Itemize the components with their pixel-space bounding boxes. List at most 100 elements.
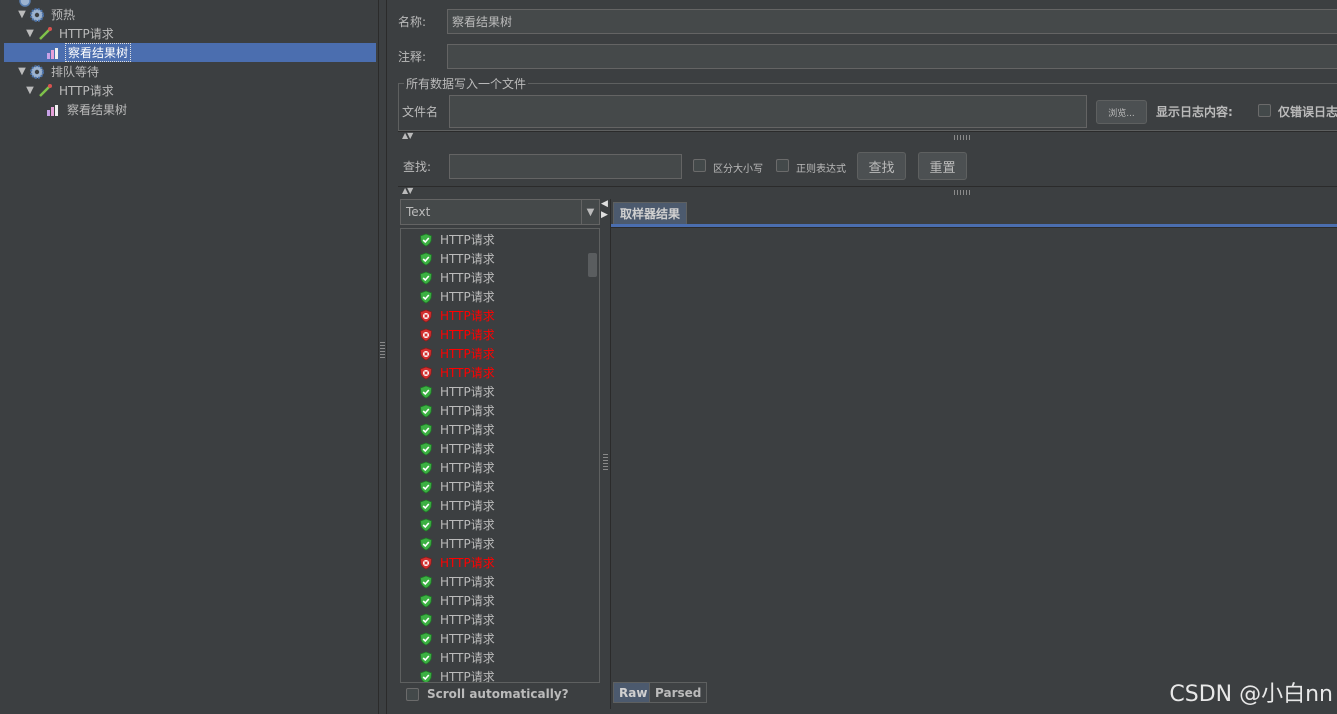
sample-label: HTTP请求 bbox=[440, 537, 495, 551]
sample-label: HTTP请求 bbox=[440, 594, 495, 608]
results-list-panel: Text ▼ HTTP请求 HTTP请求 HTTP请求 HTTP请求 HTTP请求 HTT… bbox=[400, 199, 600, 683]
list-item[interactable]: HTTP请求 bbox=[419, 382, 495, 401]
list-item[interactable]: HTTP请求 bbox=[419, 420, 495, 439]
sample-result-list[interactable]: HTTP请求 HTTP请求 HTTP请求 HTTP请求 HTTP请求 HTTP请求 HTTP… bbox=[400, 228, 600, 683]
list-item[interactable]: HTTP请求 bbox=[419, 648, 495, 667]
sample-label: HTTP请求 bbox=[440, 518, 495, 532]
tree-item-label: HTTP请求 bbox=[59, 27, 114, 41]
sample-label: HTTP请求 bbox=[440, 442, 495, 456]
sample-label: HTTP请求 bbox=[440, 556, 495, 570]
tab-parsed[interactable]: Parsed bbox=[649, 682, 708, 703]
comment-field[interactable] bbox=[447, 44, 1337, 69]
success-shield-icon bbox=[419, 651, 433, 665]
splitter-grip[interactable] bbox=[954, 135, 972, 140]
log-content-label: 显示日志内容: bbox=[1156, 105, 1233, 119]
watermark: CSDN @小白nn bbox=[1169, 682, 1333, 707]
search-input[interactable] bbox=[449, 154, 682, 179]
error-shield-icon bbox=[419, 556, 433, 570]
tab-raw[interactable]: Raw bbox=[613, 682, 654, 703]
success-shield-icon bbox=[419, 385, 433, 399]
find-button[interactable]: 查找 bbox=[857, 152, 906, 180]
tree-item-warmup[interactable]: ▼ 预热 bbox=[16, 5, 77, 24]
list-item[interactable]: HTTP请求 bbox=[419, 534, 495, 553]
result-body[interactable] bbox=[611, 227, 1337, 680]
success-shield-icon bbox=[419, 594, 433, 608]
tree-item-label: 排队等待 bbox=[51, 65, 100, 79]
renderer-select[interactable]: Text ▼ bbox=[400, 199, 600, 225]
success-shield-icon bbox=[419, 670, 433, 682]
scroll-automatically-label: Scroll automatically? bbox=[427, 687, 569, 701]
reset-button[interactable]: 重置 bbox=[918, 152, 967, 180]
collapse-left-icon[interactable]: ◀ bbox=[601, 200, 608, 209]
tree-item-view-results-tree-selected[interactable]: 察看结果树 bbox=[4, 43, 376, 62]
collapse-arrows-icon[interactable]: ▲▼ bbox=[402, 186, 413, 195]
tree-item-label: HTTP请求 bbox=[59, 84, 114, 98]
list-item[interactable]: HTTP请求 bbox=[419, 287, 495, 306]
expand-right-icon[interactable]: ▶ bbox=[601, 211, 608, 220]
main-splitter[interactable] bbox=[379, 0, 387, 714]
list-item[interactable]: HTTP请求 bbox=[419, 363, 495, 382]
sample-label: HTTP请求 bbox=[440, 423, 495, 437]
sample-label: HTTP请求 bbox=[440, 480, 495, 494]
browse-button[interactable]: 浏览... bbox=[1096, 100, 1147, 124]
expand-arrow-icon[interactable]: ▼ bbox=[16, 66, 28, 78]
list-item[interactable]: HTTP请求 bbox=[419, 230, 495, 249]
name-field[interactable]: 察看结果树 bbox=[447, 9, 1337, 34]
sample-label: HTTP请求 bbox=[440, 404, 495, 418]
tab-sampler-result[interactable]: 取样器结果 bbox=[613, 202, 688, 224]
chevron-down-icon[interactable]: ▼ bbox=[581, 200, 599, 224]
list-item[interactable]: HTTP请求 bbox=[419, 591, 495, 610]
errors-only-label: 仅错误日志 bbox=[1278, 105, 1337, 119]
list-item[interactable]: HTTP请求 bbox=[419, 401, 495, 420]
list-item[interactable]: HTTP请求 bbox=[419, 344, 495, 363]
divider bbox=[398, 131, 1337, 141]
list-item[interactable]: HTTP请求 bbox=[419, 553, 495, 572]
expand-arrow-icon[interactable]: ▼ bbox=[24, 28, 36, 40]
success-shield-icon bbox=[419, 252, 433, 266]
collapse-arrows-icon[interactable]: ▲▼ bbox=[402, 131, 413, 140]
expand-arrow-icon[interactable]: ▼ bbox=[16, 9, 28, 21]
case-sensitive-checkbox[interactable] bbox=[693, 159, 706, 172]
success-shield-icon bbox=[419, 613, 433, 627]
splitter-grip[interactable] bbox=[380, 342, 385, 358]
tree-item-http-request-2[interactable]: ▼ HTTP请求 bbox=[24, 81, 116, 100]
list-item[interactable]: HTTP请求 bbox=[419, 249, 495, 268]
tree-item-view-results-tree-2[interactable]: 察看结果树 bbox=[44, 100, 129, 119]
sample-label: HTTP请求 bbox=[440, 233, 495, 247]
sample-label: HTTP请求 bbox=[440, 670, 495, 683]
list-item[interactable]: HTTP请求 bbox=[419, 572, 495, 591]
success-shield-icon bbox=[419, 480, 433, 494]
list-item[interactable]: HTTP请求 bbox=[419, 496, 495, 515]
list-item[interactable]: HTTP请求 bbox=[419, 610, 495, 629]
success-shield-icon bbox=[419, 575, 433, 589]
scroll-automatically-checkbox[interactable] bbox=[406, 688, 419, 701]
list-item[interactable]: HTTP请求 bbox=[419, 268, 495, 287]
results-splitter[interactable]: ◀ ▶ bbox=[601, 199, 610, 709]
list-item[interactable]: HTTP请求 bbox=[419, 477, 495, 496]
sample-label: HTTP请求 bbox=[440, 328, 495, 342]
test-plan-tree[interactable]: ▼ 预热 ▼ HTTP请求 察看结果树 ▼ 排队等待 ▼ HTTP请求 察看结果… bbox=[0, 0, 379, 714]
list-item[interactable]: HTTP请求 bbox=[419, 325, 495, 344]
pipette-icon bbox=[36, 26, 54, 42]
list-item[interactable]: HTTP请求 bbox=[419, 458, 495, 477]
list-item[interactable]: HTTP请求 bbox=[419, 439, 495, 458]
filename-field[interactable] bbox=[449, 95, 1087, 128]
sample-label: HTTP请求 bbox=[440, 651, 495, 665]
list-item[interactable]: HTTP请求 bbox=[419, 629, 495, 648]
tree-item-queue-wait[interactable]: ▼ 排队等待 bbox=[16, 62, 101, 81]
regex-checkbox[interactable] bbox=[776, 159, 789, 172]
list-item[interactable]: HTTP请求 bbox=[419, 306, 495, 325]
pipette-icon bbox=[36, 83, 54, 99]
error-shield-icon bbox=[419, 366, 433, 380]
list-item[interactable]: HTTP请求 bbox=[419, 667, 495, 683]
splitter-grip[interactable] bbox=[603, 454, 608, 470]
errors-only-checkbox[interactable] bbox=[1258, 104, 1271, 117]
splitter-grip[interactable] bbox=[954, 190, 972, 195]
expand-arrow-icon[interactable]: ▼ bbox=[24, 85, 36, 97]
sample-label: HTTP请求 bbox=[440, 385, 495, 399]
success-shield-icon bbox=[419, 404, 433, 418]
scrollbar-thumb[interactable] bbox=[588, 253, 597, 277]
success-shield-icon bbox=[419, 461, 433, 475]
list-item[interactable]: HTTP请求 bbox=[419, 515, 495, 534]
tree-item-http-request[interactable]: ▼ HTTP请求 bbox=[24, 24, 116, 43]
